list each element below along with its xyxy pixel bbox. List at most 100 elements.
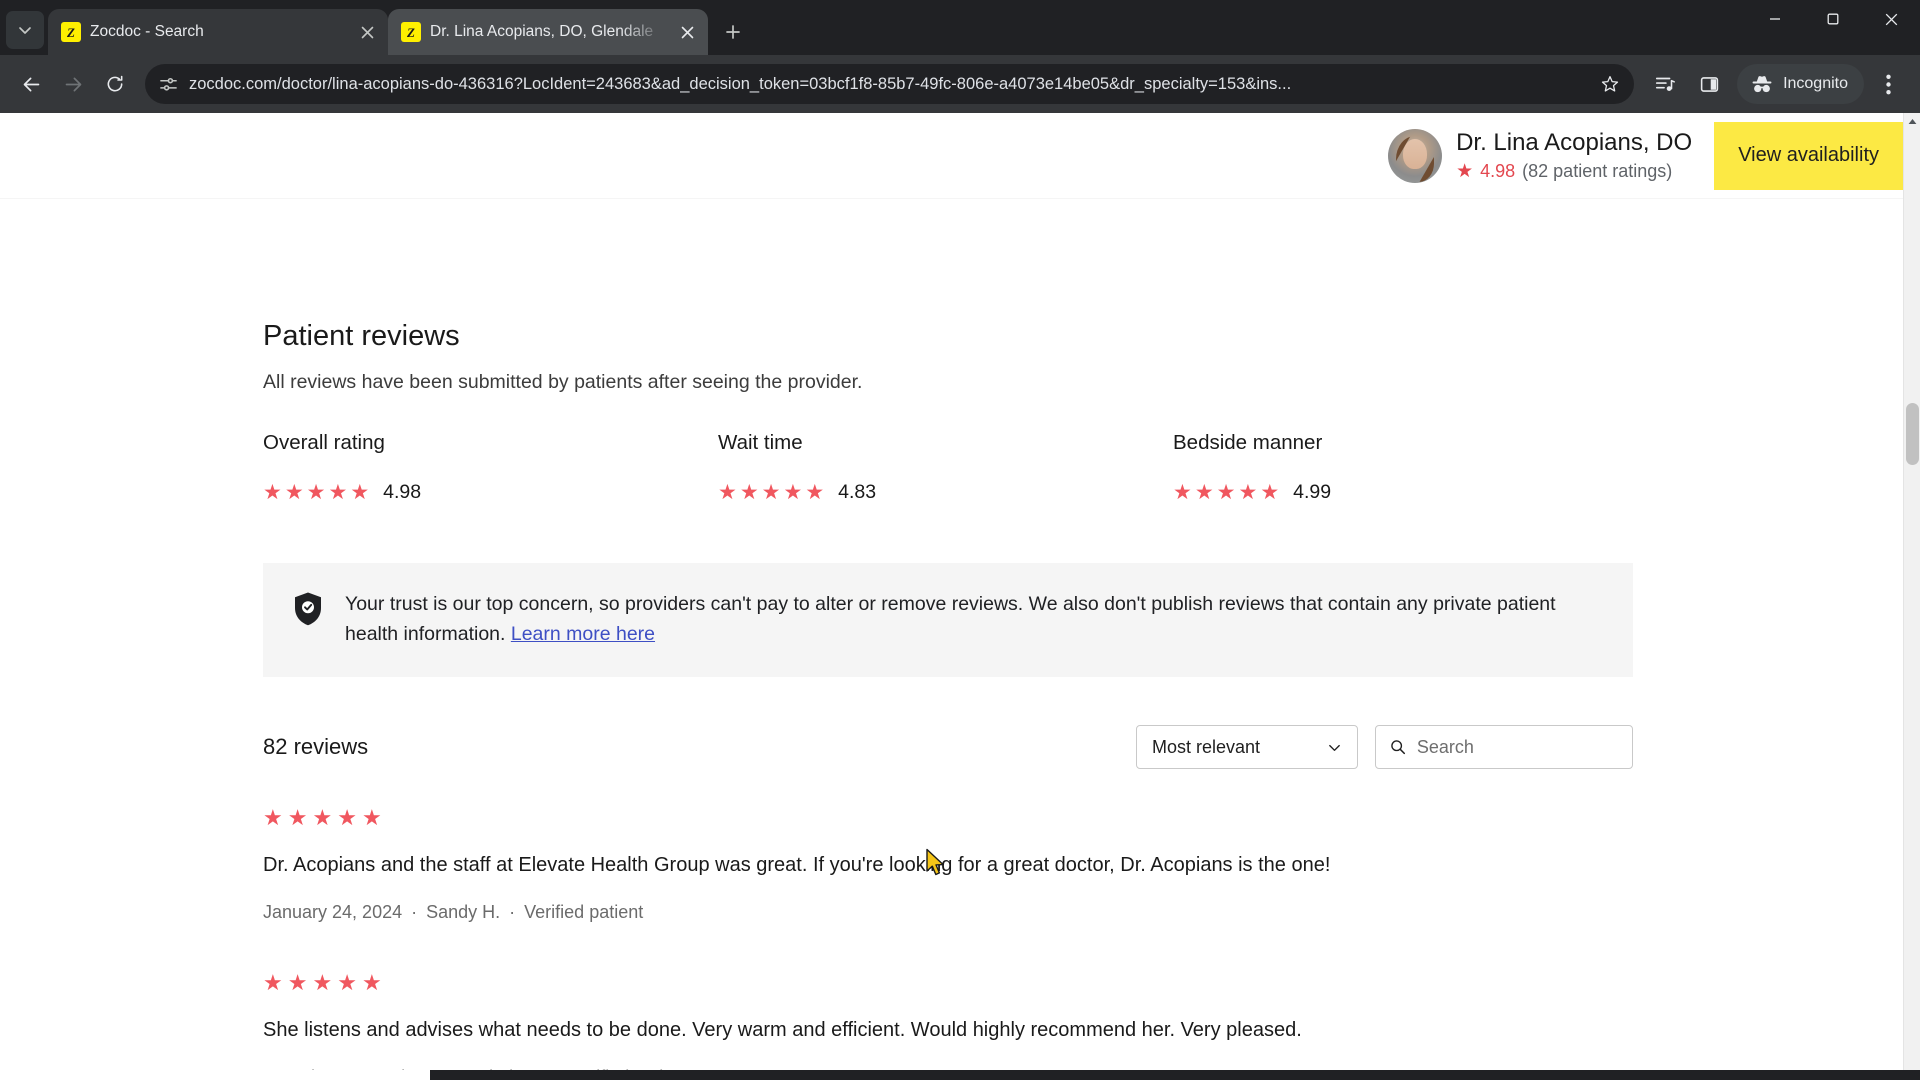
sort-dropdown[interactable]: Most relevant: [1136, 725, 1358, 769]
chevron-up-icon: [1908, 119, 1916, 124]
scrollbar-thumb[interactable]: [1906, 403, 1919, 465]
tab-search-button[interactable]: [6, 11, 44, 49]
metric-value: 4.83: [838, 481, 877, 503]
browser-tab-zocdoc-search[interactable]: Z Zocdoc - Search: [48, 9, 388, 55]
review-search-box[interactable]: [1375, 725, 1633, 769]
browser-window: Z Zocdoc - Search Z Dr. Lina Acopians, D…: [0, 0, 1920, 1080]
window-bottom-edge-light: [0, 1070, 430, 1080]
star-icon: ★: [1260, 481, 1280, 504]
close-icon: [361, 26, 373, 38]
minimize-button[interactable]: [1746, 0, 1804, 38]
browser-menu-button[interactable]: [1868, 64, 1908, 104]
window-bottom-edge: [0, 1070, 1920, 1080]
trust-banner-text: Your trust is our top concern, so provid…: [345, 589, 1605, 649]
address-bar[interactable]: zocdoc.com/doctor/lina-acopians-do-43631…: [145, 64, 1635, 104]
close-icon: [681, 26, 693, 38]
maximize-button[interactable]: [1804, 0, 1862, 38]
site-settings-button[interactable]: [159, 75, 178, 94]
star-rating: ★ ★ ★ ★ ★: [263, 807, 1663, 829]
tab-close-button[interactable]: [676, 21, 698, 43]
reviews-count: 82 reviews: [263, 734, 369, 759]
bookmark-button[interactable]: [1600, 74, 1620, 94]
window-controls: [1746, 0, 1920, 55]
star-icon: ★: [1456, 161, 1474, 183]
star-icon: ★: [337, 805, 357, 830]
side-panel-button[interactable]: [1689, 64, 1729, 104]
star-icon: ★: [718, 481, 737, 504]
back-arrow-icon: [23, 77, 39, 91]
star-icon: ★: [287, 970, 308, 995]
page-content: Patient reviews All reviews have been su…: [0, 113, 1903, 1080]
metric-label: Overall rating: [263, 431, 385, 454]
tab-close-button[interactable]: [356, 21, 378, 43]
search-input[interactable]: [1416, 736, 1618, 758]
star-icon: ★: [761, 481, 781, 504]
maximize-icon: [1827, 13, 1839, 25]
metric-value: 4.99: [1293, 481, 1332, 503]
star-icon: ★: [306, 481, 326, 504]
close-icon: [1885, 13, 1897, 25]
star-icon: ★: [783, 481, 803, 504]
reload-button[interactable]: [96, 65, 134, 103]
star-icon: ★: [312, 805, 333, 830]
sort-dropdown-value: Most relevant: [1152, 736, 1261, 757]
close-window-button[interactable]: [1862, 0, 1920, 38]
star-icon: ★: [263, 970, 283, 995]
review-text: Dr. Acopians and the staff at Elevate He…: [263, 854, 1331, 876]
search-icon: [1391, 740, 1406, 755]
star-icon: ★: [739, 481, 759, 504]
forward-button[interactable]: [54, 65, 92, 103]
scrollbar-up-arrow[interactable]: [1904, 113, 1920, 130]
media-queue-icon: [1655, 77, 1676, 91]
page-subtitle: All reviews have been submitted by patie…: [263, 371, 863, 393]
incognito-label: Incognito: [1783, 75, 1848, 92]
view-availability-button[interactable]: View availability: [1714, 121, 1903, 190]
three-dot-menu-icon: [1885, 74, 1891, 94]
reviews-list: ★ ★ ★ ★ ★ Dr. Acopians and the staff at Elev…: [263, 807, 1663, 1080]
browser-tab-doctor-profile[interactable]: Z Dr. Lina Acopians, DO, Glendale: [388, 9, 708, 55]
shield-check-icon: [293, 591, 323, 649]
trust-banner: Your trust is our top concern, so provid…: [263, 563, 1633, 678]
metric-label: Bedside manner: [1173, 431, 1323, 454]
new-tab-button[interactable]: [716, 15, 750, 49]
star-icon: ★: [350, 481, 370, 504]
star-icon: ★: [1238, 481, 1258, 504]
rating-value: 4.98: [1480, 161, 1516, 182]
learn-more-link[interactable]: Learn more here: [511, 623, 655, 645]
review-item: ★ ★ ★ ★ ★ Dr. Acopians and the staff at Elev…: [263, 807, 1663, 923]
minimize-icon: [1770, 18, 1780, 20]
chevron-down-icon: [1329, 744, 1340, 751]
zocdoc-favicon: Z: [401, 22, 421, 42]
meta-separator: ·: [411, 902, 418, 922]
review-text: She listens and advises what needs to be…: [263, 1019, 1302, 1041]
star-icon: ★: [328, 481, 348, 504]
url-text: zocdoc.com/doctor/lina-acopians-do-43631…: [189, 74, 1292, 93]
incognito-indicator[interactable]: Incognito: [1737, 64, 1864, 104]
avatar: [1388, 128, 1443, 183]
review-author: Sandy H.: [426, 902, 501, 922]
doctor-rating: ★ 4.98 (82 patient ratings): [1456, 161, 1692, 182]
metric-overall-rating: Overall rating ★ ★ ★ ★ ★ 4.98: [263, 431, 718, 504]
site-settings-icon: [160, 77, 177, 91]
reload-icon: [107, 75, 123, 92]
star-icon: ★: [805, 481, 825, 504]
star-icon: ★: [287, 805, 308, 830]
doctor-name: Dr. Lina Acopians, DO: [1456, 128, 1693, 156]
tab-strip: Z Zocdoc - Search Z Dr. Lina Acopians, D…: [0, 0, 1920, 55]
browser-toolbar: zocdoc.com/doctor/lina-acopians-do-43631…: [0, 55, 1920, 113]
metric-wait-time: Wait time ★ ★ ★ ★ ★ 4.83: [718, 431, 1173, 504]
rating-metrics: Overall rating ★★★★★ 4.98 Wait time: [263, 431, 1628, 504]
star-icon: ★: [1194, 481, 1214, 504]
back-button[interactable]: [12, 65, 50, 103]
star-icon: ★: [263, 481, 282, 504]
star-icon: ★: [337, 970, 357, 995]
star-rating: ★ ★ ★ ★ ★: [718, 482, 824, 503]
star-rating: ★ ★ ★ ★ ★: [263, 972, 1663, 994]
meta-separator: ·: [509, 902, 516, 922]
page-scrollbar[interactable]: [1903, 113, 1920, 1080]
media-queue-button[interactable]: [1645, 64, 1685, 104]
star-rating: ★ ★ ★ ★ ★: [263, 482, 369, 503]
metric-bedside-manner: Bedside manner ★ ★ ★ ★ ★ 4.99: [1173, 431, 1628, 504]
forward-arrow-icon: [65, 77, 81, 91]
sticky-doctor-header: Dr. Lina Acopians, DO ★ 4.98 (82 patient…: [0, 113, 1903, 198]
